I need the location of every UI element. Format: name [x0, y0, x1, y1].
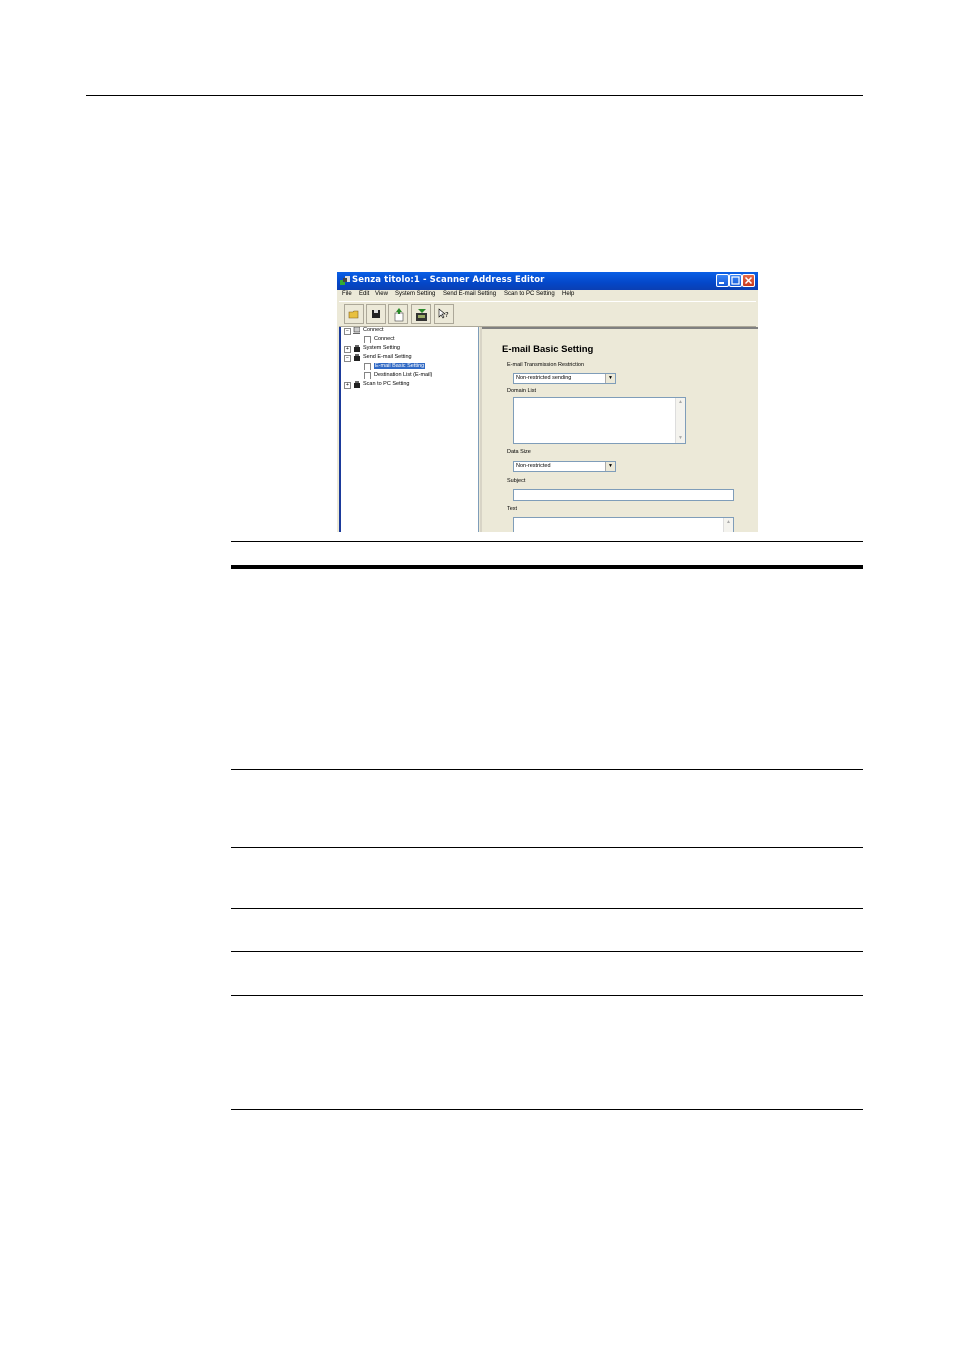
menu-file[interactable]: File [342, 291, 352, 297]
printer-icon [354, 354, 360, 361]
send-button[interactable] [388, 304, 408, 324]
help-icon: ? [438, 308, 449, 319]
document-icon [364, 372, 371, 379]
domain-list-label: Domain List [507, 388, 537, 394]
save-icon [372, 310, 380, 318]
restriction-select[interactable]: Non-restricted sending ▼ [513, 373, 616, 384]
subject-label: Subject [507, 478, 526, 484]
table-rule-6 [231, 995, 863, 996]
chevron-down-icon[interactable]: ▼ [605, 462, 615, 471]
document-icon [364, 363, 371, 370]
tree-item-label: Connect [374, 336, 395, 342]
tree-item-label: Send E-mail Setting [363, 354, 412, 360]
maximize-button[interactable] [729, 274, 742, 287]
app-window: Senza titolo:1 - Scanner Address Editor … [337, 272, 758, 532]
collapse-icon[interactable]: − [344, 328, 351, 335]
menu-scan-to-pc-setting[interactable]: Scan to PC Setting [504, 291, 555, 297]
help-button[interactable]: ? [434, 304, 454, 324]
receive-button[interactable] [411, 304, 431, 324]
top-rule [86, 95, 863, 96]
expand-icon[interactable]: + [344, 346, 351, 353]
subject-field[interactable] [513, 489, 734, 501]
domain-list-textarea[interactable]: ▲ ▼ [513, 397, 686, 444]
table-rule-2 [231, 769, 863, 770]
minimize-button[interactable] [716, 274, 729, 287]
tree-item-label-selected: E-mail Basic Setting [374, 363, 426, 369]
close-button[interactable] [742, 274, 755, 287]
minimize-icon [719, 282, 724, 284]
toolbar: ? [339, 301, 756, 327]
settings-pane: E-mail Basic Setting E-mail Transmission… [480, 327, 758, 532]
receive-icon [416, 309, 427, 321]
expand-icon[interactable]: + [344, 382, 351, 389]
menu-send-email-setting[interactable]: Send E-mail Setting [443, 291, 496, 297]
printer-icon [354, 381, 360, 388]
scrollbar[interactable]: ▲ ▼ [675, 398, 685, 443]
menu-view[interactable]: View [375, 291, 388, 297]
menu-help[interactable]: Help [562, 291, 574, 297]
table-rule-1 [231, 541, 863, 542]
title-bar: Senza titolo:1 - Scanner Address Editor [337, 272, 758, 290]
app-icon [340, 276, 350, 285]
computer-icon [353, 327, 360, 334]
table-rule-4 [231, 908, 863, 909]
scroll-up-icon[interactable]: ▲ [677, 399, 684, 406]
svg-text:?: ? [445, 311, 449, 319]
tree-item-label: Destination List (E-mail) [374, 372, 433, 378]
maximize-icon [731, 276, 740, 285]
table-rule-thick [231, 565, 863, 569]
chevron-down-icon[interactable]: ▼ [605, 374, 615, 383]
menu-system-setting[interactable]: System Setting [395, 291, 435, 297]
table-rule-5 [231, 951, 863, 952]
save-button[interactable] [366, 304, 386, 324]
text-textarea[interactable]: ▲ [513, 517, 734, 532]
page-title: E-mail Basic Setting [502, 344, 594, 355]
text-label: Text [507, 506, 518, 512]
collapse-icon[interactable]: − [344, 355, 351, 362]
menu-edit[interactable]: Edit [359, 291, 369, 297]
send-icon [394, 308, 404, 322]
form-panel: E-mail Basic Setting E-mail Transmission… [482, 327, 758, 532]
data-size-label: Data Size [507, 449, 531, 455]
table-rule-7 [231, 1109, 863, 1110]
close-icon [744, 276, 753, 285]
scroll-down-icon[interactable]: ▼ [677, 435, 684, 442]
restriction-value: Non-restricted sending [516, 375, 572, 381]
printer-icon [354, 345, 360, 352]
data-size-select[interactable]: Non-restricted ▼ [513, 461, 616, 472]
open-button[interactable] [344, 304, 364, 324]
tree-item-label: Scan to PC Setting [363, 381, 410, 387]
open-icon [348, 310, 359, 319]
scrollbar[interactable]: ▲ [723, 518, 733, 532]
data-size-value: Non-restricted [516, 463, 551, 469]
tree-item-label: System Setting [363, 345, 400, 351]
restriction-label: E-mail Transmission Restriction [507, 362, 585, 368]
table-rule-3 [231, 847, 863, 848]
scroll-up-icon[interactable]: ▲ [725, 519, 732, 526]
tree-item-label: Connect [363, 327, 384, 333]
settings-tree: − Connect Connect + System Setting − Sen… [339, 327, 479, 532]
document-icon [364, 336, 371, 343]
menu-bar: File Edit View System Setting Send E-mai… [339, 290, 756, 301]
window-title: Senza titolo:1 - Scanner Address Editor [352, 275, 545, 285]
